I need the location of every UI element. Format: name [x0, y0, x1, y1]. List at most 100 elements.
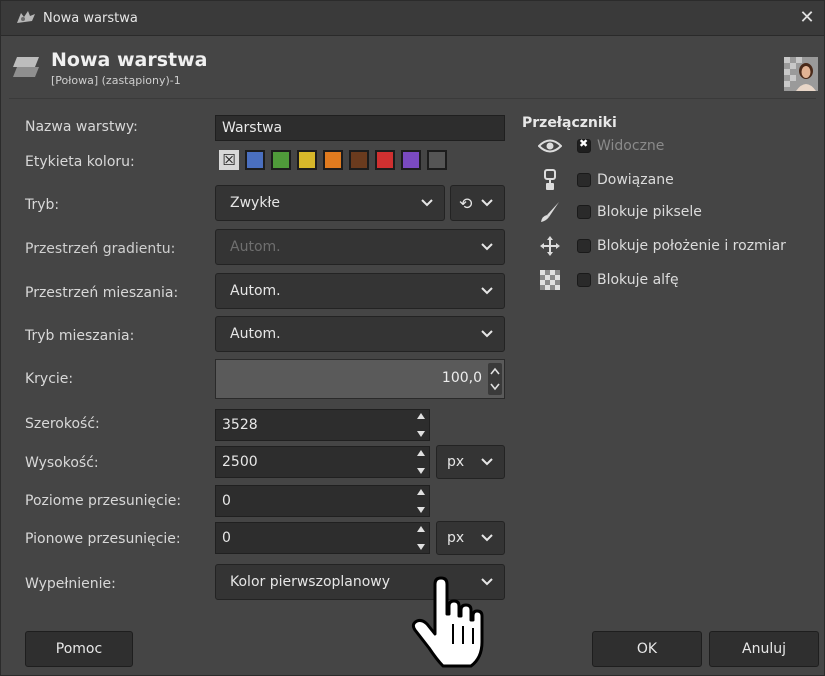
arrow-up-icon[interactable]: [416, 525, 426, 533]
image-thumbnail-icon: [784, 57, 818, 91]
lock-position-checkbox[interactable]: [577, 239, 591, 253]
chevron-down-icon: [481, 199, 493, 207]
visible-label: Widoczne: [597, 138, 665, 154]
color-tag-swatch[interactable]: [271, 150, 291, 170]
chain-icon: [544, 169, 556, 190]
header-subtitle: [Połowa] (zastąpiony)-1: [51, 74, 181, 87]
color-tag-swatch[interactable]: [427, 150, 447, 170]
arrow-up-icon[interactable]: [416, 412, 426, 420]
mode-value: Zwykłe: [230, 195, 281, 211]
mode-label: Tryb:: [25, 197, 60, 213]
visible-checkbox[interactable]: [577, 137, 591, 153]
dialog-header: Nowa warstwa [Połowa] (zastąpiony)-1: [1, 47, 824, 97]
offset-x-value: 0: [222, 493, 231, 509]
lock-alpha-checkbox[interactable]: [577, 273, 591, 287]
composite-mode-value: Autom.: [230, 326, 281, 342]
color-tag-swatch[interactable]: [245, 150, 265, 170]
fill-label: Wypełnienie:: [25, 576, 116, 592]
opacity-label: Krycie:: [25, 371, 74, 387]
chevron-down-icon: [481, 330, 493, 338]
arrow-down-icon[interactable]: [416, 467, 426, 475]
color-tag-swatch[interactable]: [375, 150, 395, 170]
switch-lock-position[interactable]: Blokuje położenie i rozmiar: [537, 235, 786, 257]
chevron-down-icon: [421, 199, 433, 207]
window-title: Nowa warstwa: [43, 10, 138, 26]
height-value: 2500: [222, 454, 258, 470]
hand-cursor-icon: [411, 576, 484, 668]
arrow-down-icon[interactable]: [416, 543, 426, 551]
arrow-up-icon[interactable]: [416, 488, 426, 496]
lock-pixels-checkbox[interactable]: [577, 205, 591, 219]
help-button[interactable]: Pomoc: [25, 631, 133, 667]
arrow-down-icon[interactable]: [416, 430, 426, 438]
chevron-down-icon: [481, 287, 493, 295]
width-input[interactable]: 3528: [215, 409, 430, 441]
switch-visible[interactable]: Widoczne: [537, 135, 664, 157]
color-tag-swatch[interactable]: [323, 150, 343, 170]
gradient-space-label: Przestrzeń gradientu:: [25, 241, 176, 257]
layer-name-label: Nazwa warstwy:: [25, 119, 138, 135]
composite-space-combo[interactable]: Autom.: [215, 273, 505, 309]
layer-name-input[interactable]: Warstwa: [215, 115, 505, 141]
lock-position-label: Blokuje położenie i rozmiar: [597, 238, 786, 254]
lock-alpha-label: Blokuje alfę: [597, 272, 679, 288]
switch-lock-alpha[interactable]: Blokuje alfę: [537, 269, 679, 291]
offset-y-label: Pionowe przesunięcie:: [25, 531, 181, 547]
offset-x-input[interactable]: 0: [215, 485, 430, 517]
opacity-spin-buttons[interactable]: [488, 363, 502, 395]
ok-button[interactable]: OK: [592, 631, 702, 667]
switches-title: Przełączniki: [522, 115, 617, 131]
width-value: 3528: [222, 417, 258, 433]
offset-y-value: 0: [222, 530, 231, 546]
color-tag-swatch[interactable]: [297, 150, 317, 170]
arrow-up-icon[interactable]: [490, 367, 500, 375]
layer-icon: [13, 57, 39, 77]
opacity-slider[interactable]: 100,0: [215, 359, 505, 399]
move-icon: [540, 236, 560, 256]
opacity-value: 100,0: [441, 370, 482, 386]
eye-icon: [538, 139, 562, 153]
composite-space-value: Autom.: [230, 283, 281, 299]
cancel-button[interactable]: Anuluj: [709, 631, 819, 667]
close-icon[interactable]: ✕: [796, 7, 818, 29]
size-unit-combo[interactable]: px: [436, 445, 505, 479]
chevron-down-icon: [481, 534, 493, 542]
offset-unit-value: px: [447, 530, 465, 546]
title-bar: Nowa warstwa ✕: [1, 1, 824, 36]
size-unit-value: px: [447, 454, 465, 470]
height-input[interactable]: 2500: [215, 446, 430, 478]
mode-reset-combo[interactable]: ⟲: [450, 185, 505, 221]
arrow-down-icon[interactable]: [490, 383, 500, 391]
switch-lock-pixels[interactable]: Blokuje piksele: [537, 201, 702, 223]
mode-combo[interactable]: Zwykłe: [215, 185, 445, 221]
gimp-icon: [17, 11, 35, 23]
chevron-down-icon: [481, 243, 493, 251]
offset-unit-combo[interactable]: px: [436, 521, 505, 555]
color-tag-swatch[interactable]: [401, 150, 421, 170]
header-title: Nowa warstwa: [51, 49, 208, 71]
linked-checkbox[interactable]: [577, 173, 591, 187]
width-label: Szerokość:: [25, 416, 100, 432]
offset-y-input[interactable]: 0: [215, 522, 430, 554]
new-layer-dialog: Nowa warstwa ✕ Nowa warstwa [Połowa] (za…: [0, 0, 825, 676]
gradient-space-combo[interactable]: Autom.: [215, 229, 505, 265]
color-tag-label: Etykieta koloru:: [25, 154, 135, 170]
header-divider: [9, 98, 816, 99]
arrow-down-icon[interactable]: [416, 506, 426, 514]
fill-value: Kolor pierwszoplanowy: [230, 574, 391, 590]
brush-icon: [541, 202, 559, 222]
composite-mode-combo[interactable]: Autom.: [215, 316, 505, 352]
linked-label: Dowiązane: [597, 172, 674, 188]
gradient-space-value: Autom.: [230, 239, 281, 255]
arrow-up-icon[interactable]: [416, 449, 426, 457]
composite-space-label: Przestrzeń mieszania:: [25, 285, 179, 301]
color-tag-swatch[interactable]: [349, 150, 369, 170]
offset-x-label: Poziome przesunięcie:: [25, 493, 182, 509]
switch-linked[interactable]: Dowiązane: [537, 169, 674, 191]
color-tag-none[interactable]: ☒: [219, 150, 239, 170]
checkerboard-icon: [540, 270, 560, 290]
chevron-down-icon: [481, 458, 493, 466]
lock-pixels-label: Blokuje piksele: [597, 204, 702, 220]
composite-mode-label: Tryb mieszania:: [25, 328, 135, 344]
reset-icon: ⟲: [459, 193, 473, 213]
